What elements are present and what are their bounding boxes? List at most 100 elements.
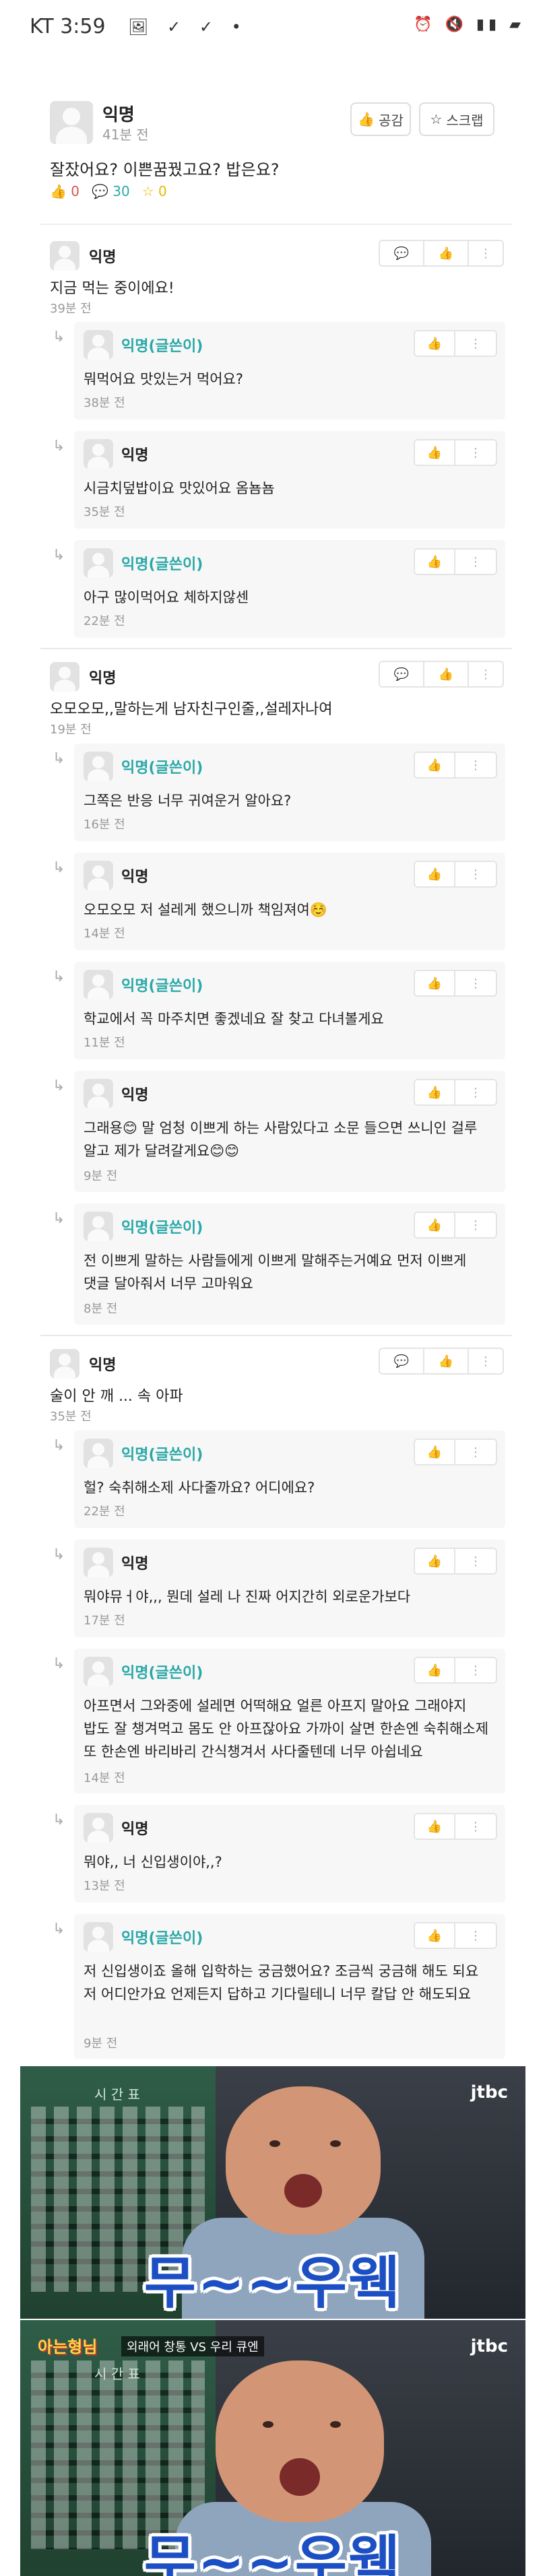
reply-arrow-icon: ↳	[53, 1210, 65, 1227]
reply-author: 익명(글쓴이)	[121, 1447, 203, 1463]
notification-icons: 🖼 ✓ ✓ •	[128, 18, 248, 36]
reply-time: 14분 전	[84, 927, 125, 941]
reply-arrow-icon: ↳	[53, 547, 65, 564]
more-icon[interactable]: ⋮	[455, 862, 496, 886]
more-icon[interactable]: ⋮	[455, 1440, 496, 1464]
comment-time: 39분 전	[50, 302, 92, 316]
thumbs-up-icon[interactable]: 👍	[415, 550, 455, 574]
reply-author: 익명(글쓴이)	[121, 1665, 203, 1682]
comment-author: 익명	[89, 670, 117, 687]
reply-content: 뭐야뮤ㅓ야,,, 뭔데 설레 나 진짜 어지간히 외로운가보다	[84, 1589, 411, 1605]
reply-time: 9분 전	[84, 2037, 118, 2051]
reply-time: 38분 전	[84, 396, 125, 410]
thumbs-up-icon[interactable]: 👍	[424, 241, 469, 265]
thumbs-up-icon[interactable]: 👍	[424, 662, 469, 686]
more-icon[interactable]: ⋮	[455, 1549, 496, 1573]
star-icon: ☆	[430, 111, 443, 127]
reply-arrow-icon: ↳	[53, 859, 65, 876]
like-count-value: 0	[71, 183, 79, 199]
avatar	[84, 1657, 113, 1686]
reply: 익명(글쓴이) 👍 ⋮ 아프면서 그와중에 설레면 어떡해요 얼른 아프지 말아…	[74, 1649, 505, 1793]
reply-arrow-icon: ↳	[53, 750, 65, 767]
reply-icon[interactable]: 💬	[380, 241, 424, 265]
avatar	[84, 1212, 113, 1241]
person-face	[216, 2360, 384, 2522]
like-button-label: 공감	[379, 112, 404, 129]
thumbs-up-icon[interactable]: 👍	[415, 1658, 455, 1682]
reply: 익명(글쓴이) 👍 ⋮ 학교에서 꼭 마주치면 좋겠네요 잘 찾고 다녀볼게요 …	[74, 962, 505, 1059]
reply-arrow-icon: ↳	[53, 1546, 65, 1563]
reply-arrow-icon: ↳	[53, 1655, 65, 1672]
reply-time: 8분 전	[84, 1302, 118, 1316]
thumbs-up-icon[interactable]: 👍	[415, 1213, 455, 1237]
comment-count-value: 30	[113, 183, 130, 199]
reply-icon[interactable]: 💬	[380, 1349, 424, 1373]
more-icon[interactable]: ⋮	[455, 753, 496, 777]
thumbs-up-icon[interactable]: 👍	[415, 440, 455, 465]
avatar	[84, 752, 113, 781]
reply-author: 익명	[121, 869, 149, 886]
reply-arrow-icon: ↳	[53, 1078, 65, 1094]
more-icon[interactable]: ⋮	[455, 550, 496, 574]
reply-content: 그래용😊 말 엄청 이쁘게 하는 사람있다고 소문 들으면 쓰니인 걸루 알고 …	[84, 1120, 478, 1159]
more-icon[interactable]: ⋮	[455, 1814, 496, 1839]
reply-actions: 👍 ⋮	[414, 970, 497, 997]
reply-icon[interactable]: 💬	[380, 662, 424, 686]
reply: 익명(글쓴이) 👍 ⋮ 저 신입생이죠 올해 입학하는 궁금했어요? 조금씩 궁…	[74, 1914, 505, 2059]
more-icon[interactable]: ⋮	[455, 440, 496, 465]
reply-arrow-icon: ↳	[53, 438, 65, 455]
reply-actions: 👍 ⋮	[414, 330, 497, 357]
more-icon[interactable]: ⋮	[469, 1349, 503, 1373]
avatar	[84, 548, 113, 578]
comment-time: 19분 전	[50, 723, 92, 737]
reply-time: 35분 전	[84, 505, 125, 519]
reply-content: 아구 많이먹어요 체하지않센	[84, 589, 249, 605]
thumbs-up-icon[interactable]: 👍	[415, 1814, 455, 1839]
more-icon[interactable]: ⋮	[455, 971, 496, 995]
thumbs-up-icon: 👍	[358, 111, 375, 127]
reply-arrow-icon: ↳	[53, 1437, 65, 1454]
thumbs-up-icon[interactable]: 👍	[415, 1080, 455, 1104]
reply-actions: 👍 ⋮	[414, 439, 497, 466]
reply-author: 익명	[121, 447, 149, 464]
thumbs-up-icon[interactable]: 👍	[415, 862, 455, 886]
thumbs-up-icon[interactable]: 👍	[415, 753, 455, 777]
avatar	[84, 1922, 113, 1952]
thumbs-up-icon[interactable]: 👍	[415, 1549, 455, 1573]
reply: 익명 👍 ⋮ 뭐야,, 너 신입생이야,,? 13분 전	[74, 1805, 505, 1903]
thumbs-up-icon[interactable]: 👍	[415, 331, 455, 356]
more-icon[interactable]: ⋮	[469, 241, 503, 265]
scrap-count: ☆ 0	[141, 183, 167, 199]
more-icon[interactable]: ⋮	[455, 1080, 496, 1104]
reply-time: 22분 전	[84, 614, 125, 628]
meme-image: 시 간 표 jtbc 무~~우웩	[20, 2066, 525, 2319]
system-icons: ⏰ 🔇 ▮▮ ▰	[414, 16, 525, 33]
more-icon[interactable]: ⋮	[455, 331, 496, 356]
reply-arrow-icon: ↳	[53, 968, 65, 985]
thumbs-up-icon[interactable]: 👍	[415, 971, 455, 995]
comment-actions: 💬 👍 ⋮	[379, 1348, 504, 1375]
more-icon[interactable]: ⋮	[455, 1213, 496, 1237]
more-icon[interactable]: ⋮	[455, 1658, 496, 1682]
like-button[interactable]: 👍 공감	[350, 102, 411, 136]
reply-actions: 👍 ⋮	[414, 1548, 497, 1575]
thumbs-up-icon[interactable]: 👍	[415, 1923, 455, 1948]
reply: 익명 👍 ⋮ 오모오모 저 설레게 했으니까 책임져여☺️ 14분 전	[74, 853, 505, 950]
original-post: 익명 41분 전 👍 공감 ☆ 스크랩 잘잤어요? 이쁜꿈꿨고요? 밥은요? 👍…	[0, 88, 545, 222]
thumbs-up-icon[interactable]: 👍	[415, 1440, 455, 1464]
reply-time: 14분 전	[84, 1771, 125, 1785]
more-icon[interactable]: ⋮	[469, 662, 503, 686]
more-icon[interactable]: ⋮	[455, 1923, 496, 1948]
scrap-button[interactable]: ☆ 스크랩	[419, 102, 494, 136]
thumbs-up-icon[interactable]: 👍	[424, 1349, 469, 1373]
post-content: 잘잤어요? 이쁜꿈꿨고요? 밥은요?	[50, 160, 280, 179]
reply-content: 뭐야,, 너 신입생이야,,?	[84, 1854, 222, 1870]
show-logo: 아는형님	[38, 2338, 98, 2356]
reply-author: 익명(글쓴이)	[121, 1930, 203, 1947]
scrap-count-value: 0	[158, 183, 167, 199]
reply-content: 시금치덮밥이요 맛있어요 옴뇸뇸	[84, 480, 275, 496]
meme-image: 아는형님 외래어 창통 VS 우리 큐엔 jtbc 시 간 표 무~~우웩	[20, 2320, 525, 2576]
reply-author: 익명(글쓴이)	[121, 338, 203, 355]
person-face	[226, 2086, 381, 2235]
reply-arrow-icon: ↳	[53, 329, 65, 345]
